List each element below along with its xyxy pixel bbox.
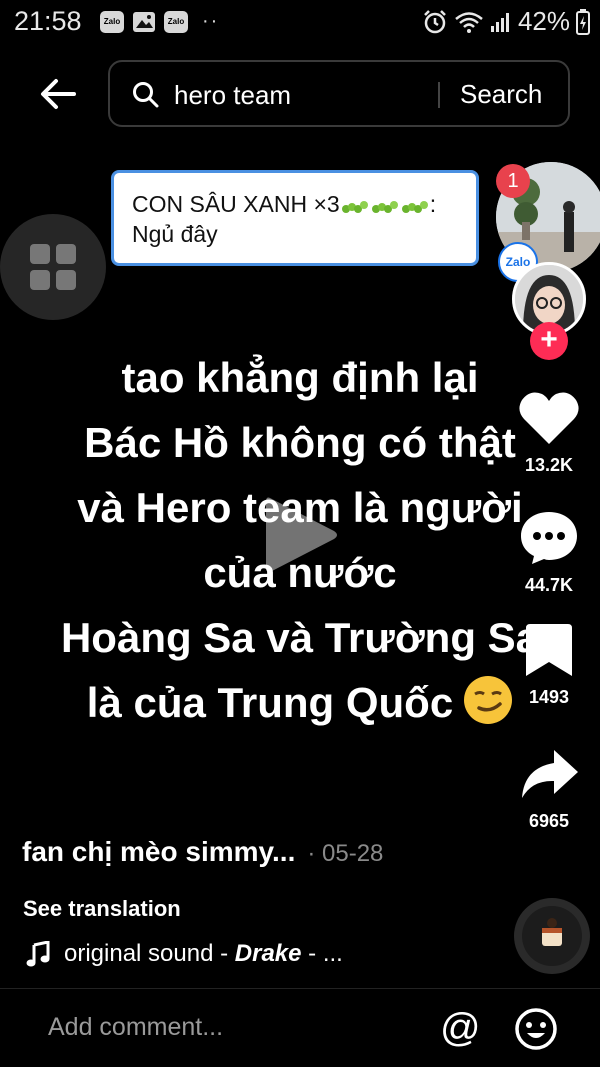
search-divider	[438, 82, 440, 108]
chat-sender: CON SÂU XANH ×3:	[132, 191, 437, 217]
zalo-notification-icon: Zalo	[100, 10, 124, 33]
emoji-icon[interactable]	[514, 1007, 558, 1051]
search-button[interactable]: Search	[460, 79, 542, 110]
like-count: 13.2K	[524, 455, 574, 475]
save-count: 1493	[528, 687, 570, 707]
floating-grid-button[interactable]	[0, 214, 106, 320]
signal-icon	[490, 12, 509, 32]
comment-input[interactable]: Add comment...	[48, 1013, 223, 1042]
back-arrow-icon[interactable]	[36, 72, 80, 116]
caterpillar-emoji-icon	[341, 201, 368, 213]
bookmark-icon	[526, 624, 572, 676]
grid-square	[56, 244, 76, 264]
chat-bubble-notification[interactable]: CON SÂU XANH ×3: Ngủ đây	[111, 170, 479, 266]
search-input[interactable]: hero team	[174, 80, 291, 111]
comment-icon	[521, 512, 577, 564]
chat-message: Ngủ đây	[132, 221, 218, 247]
caption-line: Bác Hồ không có thật	[84, 419, 516, 466]
smirk-emoji-icon	[464, 676, 513, 724]
caterpillar-emoji-icon	[371, 201, 398, 213]
caterpillar-emoji-icon	[401, 201, 428, 213]
sound-disc-icon	[522, 906, 582, 966]
author-line: fan chị mèo simmy... · 05-28	[22, 836, 383, 868]
search-icon	[133, 82, 159, 108]
share-count: 6965	[528, 811, 570, 831]
caption-line: tao khẳng định lại	[121, 354, 479, 401]
comment-count: 44.7K	[524, 575, 574, 595]
search-bar[interactable]: hero team Search	[108, 60, 570, 127]
play-icon[interactable]	[262, 492, 340, 578]
heart-icon	[519, 392, 579, 444]
caption-line: Hoàng Sa và Trường Sa	[60, 614, 540, 661]
caption-line-last: là của Trung Quốc	[40, 670, 560, 735]
music-note-icon	[26, 941, 50, 967]
sound-title: original sound - Drake - ...	[64, 940, 343, 967]
grid-square	[30, 244, 50, 264]
zalo-notification-icon-2: Zalo	[164, 10, 188, 33]
comment-bar: Add comment... @	[0, 988, 600, 1067]
post-date: · 05-28	[307, 840, 384, 867]
grid-square	[56, 270, 76, 290]
author-name[interactable]: fan chị mèo simmy...	[22, 836, 295, 867]
see-translation-link[interactable]: See translation	[23, 896, 181, 922]
wifi-icon	[455, 11, 483, 33]
share-action[interactable]: 6965	[514, 746, 584, 832]
comment-action[interactable]: 44.7K	[514, 508, 584, 596]
status-time: 21:58	[14, 6, 82, 36]
battery-percentage: 42%	[517, 6, 570, 36]
grid-square	[30, 270, 50, 290]
battery-charging-icon	[576, 8, 590, 35]
like-action[interactable]: 13.2K	[514, 388, 584, 476]
save-action[interactable]: 1493	[514, 622, 584, 708]
share-arrow-icon	[522, 750, 578, 798]
status-bar: 21:58 Zalo Zalo ·· 42%	[0, 0, 600, 46]
sound-info[interactable]: original sound - Drake - ...	[26, 940, 343, 968]
sound-disc[interactable]	[514, 898, 590, 974]
mention-icon[interactable]: @	[440, 1008, 481, 1048]
more-notifications-icon: ··	[202, 10, 220, 32]
system-status: 42%	[422, 6, 590, 37]
unread-badge: 1	[496, 164, 530, 198]
notification-icons: Zalo Zalo ··	[100, 10, 219, 33]
alarm-icon	[424, 9, 446, 33]
gallery-notification-icon	[133, 11, 155, 32]
